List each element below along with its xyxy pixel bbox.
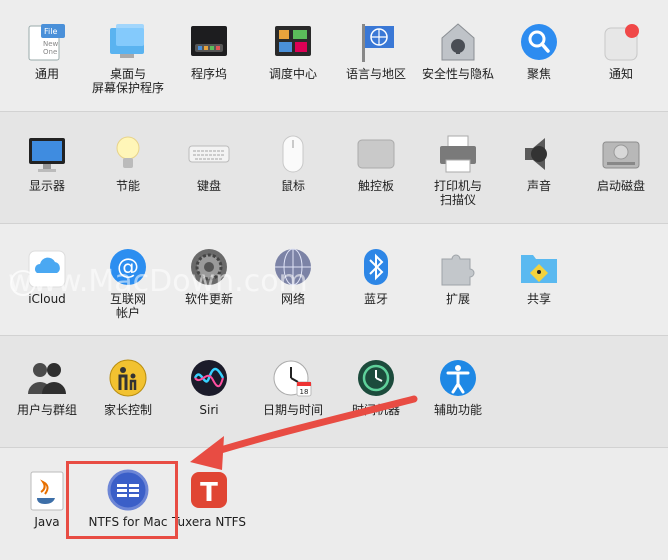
trackpad-icon — [354, 132, 398, 176]
pref-pane-label: 聚焦 — [526, 67, 551, 81]
date-time-icon: 18 — [271, 356, 315, 400]
startup-disk-icon — [599, 132, 643, 176]
pref-pane-startup[interactable]: 启动磁盘 — [576, 132, 666, 193]
pref-pane-mission[interactable]: 调度中心 — [248, 20, 338, 81]
network-icon — [271, 245, 315, 289]
pref-pane-label: 软件更新 — [184, 292, 233, 306]
row-divider — [0, 335, 668, 336]
tuxera-ntfs-icon: T — [187, 468, 231, 512]
pref-pane-label: 日期与时间 — [262, 403, 323, 417]
pref-pane-users[interactable]: 用户与群组 — [2, 356, 92, 417]
parental-controls-icon — [106, 356, 150, 400]
pref-pane-accessibility[interactable]: 辅助功能 — [413, 356, 503, 417]
pref-pane-keyboard[interactable]: 键盘 — [164, 132, 254, 193]
row-divider — [0, 223, 668, 224]
desktop-screensaver-icon — [106, 20, 150, 64]
pref-pane-notifications[interactable]: 通知 — [576, 20, 666, 81]
pref-pane-spotlight[interactable]: 聚焦 — [494, 20, 584, 81]
general-icon: File New One — [25, 20, 69, 64]
dock-icon — [187, 20, 231, 64]
sound-icon — [517, 132, 561, 176]
users-groups-icon — [25, 356, 69, 400]
pref-pane-energy[interactable]: 节能 — [83, 132, 173, 193]
keyboard-icon — [187, 132, 231, 176]
printer-scanner-icon — [436, 132, 480, 176]
pref-pane-label: 调度中心 — [268, 67, 317, 81]
pref-pane-general[interactable]: File New One 通用 — [2, 20, 92, 81]
pref-pane-label: 显示器 — [28, 179, 65, 193]
extensions-icon — [436, 245, 480, 289]
sharing-icon — [517, 245, 561, 289]
mission-control-icon — [271, 20, 315, 64]
energy-saver-icon — [106, 132, 150, 176]
pref-pane-label: 节能 — [115, 179, 140, 193]
watermark-logo — [10, 270, 36, 296]
pref-pane-timemachine[interactable]: 时间机器 — [331, 356, 421, 417]
pref-pane-mouse[interactable]: 鼠标 — [248, 132, 338, 193]
pref-pane-label: 共享 — [526, 292, 551, 306]
pref-pane-label: 时间机器 — [351, 403, 400, 417]
pref-pane-label: 通知 — [608, 67, 633, 81]
siri-icon — [187, 356, 231, 400]
accessibility-icon — [436, 356, 480, 400]
svg-text:@: @ — [117, 255, 139, 280]
pref-pane-label: 扩展 — [445, 292, 470, 306]
spotlight-icon — [517, 20, 561, 64]
pref-pane-label: 鼠标 — [280, 179, 305, 193]
internet-accounts-icon: @ — [106, 245, 150, 289]
pref-pane-network[interactable]: 网络 — [248, 245, 338, 306]
pref-pane-language[interactable]: 语言与地区 — [331, 20, 421, 81]
pref-pane-label: Siri — [199, 403, 219, 417]
pref-pane-label: 通用 — [34, 67, 59, 81]
pref-pane-label: 键盘 — [196, 179, 221, 193]
row-divider — [0, 447, 668, 448]
pref-pane-label: 网络 — [280, 292, 305, 306]
row-divider — [0, 111, 668, 112]
pref-pane-displays[interactable]: 显示器 — [2, 132, 92, 193]
pref-pane-siri[interactable]: Siri — [164, 356, 254, 417]
pref-pane-bluetooth[interactable]: 蓝牙 — [331, 245, 421, 306]
svg-text:18: 18 — [300, 388, 309, 396]
mouse-icon — [271, 132, 315, 176]
pref-pane-label: 程序坞 — [190, 67, 227, 81]
pref-pane-dock[interactable]: 程序坞 — [164, 20, 254, 81]
pref-pane-sound[interactable]: 声音 — [494, 132, 584, 193]
pref-pane-trackpad[interactable]: 触控板 — [331, 132, 421, 193]
svg-text:T: T — [200, 478, 218, 508]
pref-pane-desktop[interactable]: 桌面与 屏幕保护程序 — [83, 20, 173, 95]
pref-pane-label: 用户与群组 — [16, 403, 77, 417]
pref-pane-printers[interactable]: 打印机与 扫描仪 — [413, 132, 503, 207]
pref-pane-extensions[interactable]: 扩展 — [413, 245, 503, 306]
svg-text:New: New — [43, 40, 59, 48]
displays-icon — [25, 132, 69, 176]
svg-text:File: File — [44, 27, 57, 36]
pref-pane-update[interactable]: 软件更新 — [164, 245, 254, 306]
pref-pane-label: 桌面与 屏幕保护程序 — [91, 67, 164, 95]
pref-pane-label: 声音 — [526, 179, 551, 193]
pref-pane-label: 辅助功能 — [433, 403, 482, 417]
pref-pane-label: 打印机与 扫描仪 — [433, 179, 482, 207]
pref-pane-internet[interactable]: @ 互联网 帐户 — [83, 245, 173, 320]
language-region-icon — [354, 20, 398, 64]
pref-pane-sharing[interactable]: 共享 — [494, 245, 584, 306]
pref-pane-security[interactable]: 安全性与隐私 — [413, 20, 503, 81]
pref-pane-label: 启动磁盘 — [596, 179, 645, 193]
pref-pane-label: 语言与地区 — [345, 67, 406, 81]
pref-pane-label: 互联网 帐户 — [109, 292, 146, 320]
svg-text:One: One — [43, 48, 57, 56]
pref-pane-datetime[interactable]: 18 日期与时间 — [248, 356, 338, 417]
highlight-box — [66, 461, 178, 539]
time-machine-icon — [354, 356, 398, 400]
java-icon — [25, 468, 69, 512]
pref-pane-label: 安全性与隐私 — [421, 67, 494, 81]
pref-pane-label: 蓝牙 — [363, 292, 388, 306]
pref-pane-parental[interactable]: 家长控制 — [83, 356, 173, 417]
bluetooth-icon — [354, 245, 398, 289]
pref-pane-label: 触控板 — [357, 179, 394, 193]
pref-pane-label: 家长控制 — [103, 403, 152, 417]
notifications-icon — [599, 20, 643, 64]
software-update-icon — [187, 245, 231, 289]
security-privacy-icon — [436, 20, 480, 64]
